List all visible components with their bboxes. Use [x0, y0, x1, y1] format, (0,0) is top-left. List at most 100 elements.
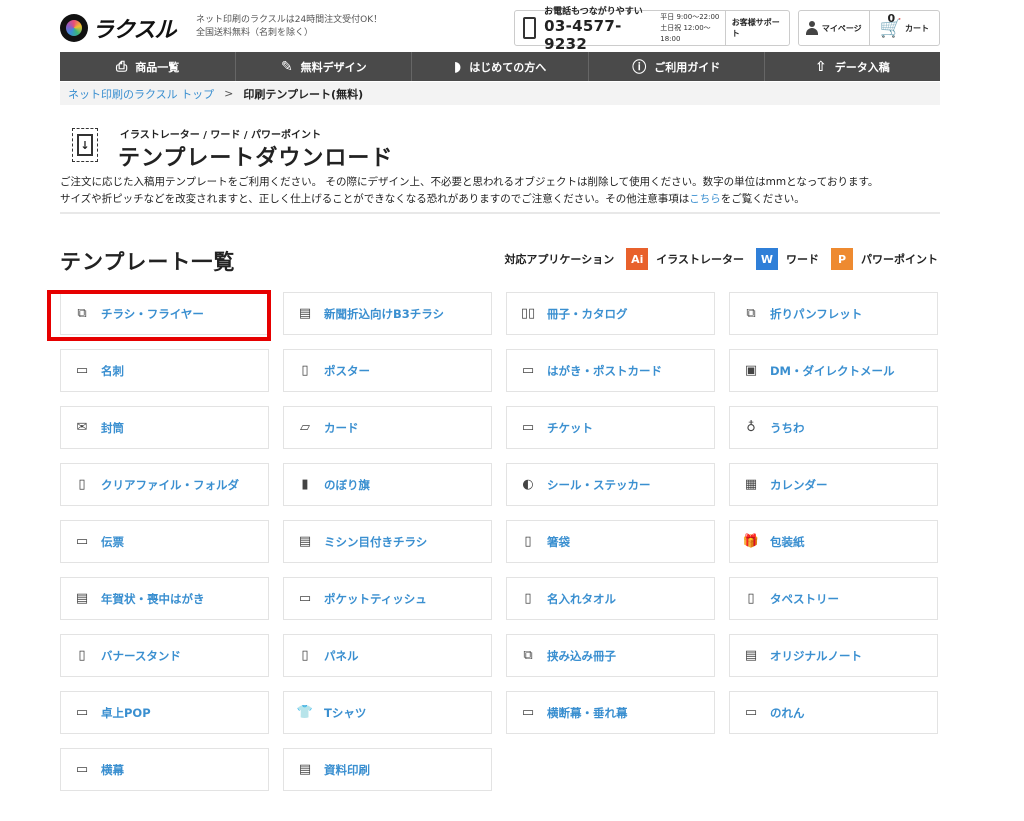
- template-item[interactable]: ▯ クリアファイル・フォルダ: [60, 463, 269, 506]
- template-item[interactable]: ▭ 名刺: [60, 349, 269, 392]
- template-item[interactable]: ◐ シール・ステッカー: [506, 463, 715, 506]
- template-item-label: 資料印刷: [324, 762, 370, 777]
- template-item[interactable]: ▭ 横断幕・垂れ幕: [506, 691, 715, 734]
- customer-support-link[interactable]: お客様サポート: [724, 11, 789, 45]
- template-item-label: 箸袋: [547, 534, 570, 549]
- envelope-icon: ✉: [76, 420, 88, 435]
- template-item[interactable]: ▣ DM・ダイレクトメール: [729, 349, 938, 392]
- header-tagline: ネット印刷のラクスルは24時間注文受付OK！ 全国送料無料（名刺を除く）: [196, 14, 382, 40]
- breadcrumb-home-link[interactable]: ネット印刷のラクスル トップ: [68, 86, 214, 102]
- clear-file-icon: ▯: [78, 477, 86, 492]
- template-item-label: 折りパンフレット: [770, 306, 863, 321]
- page-description: ご注文に応じた入稿用テンプレートをご利用ください。 その際にデザイン上、不必要と…: [60, 174, 940, 208]
- template-item[interactable]: ▤ 新聞折込向けB3チラシ: [283, 292, 492, 335]
- template-item-label: ミシン目付きチラシ: [324, 534, 428, 549]
- template-item-label: 冊子・カタログ: [547, 306, 628, 321]
- template-item-label: チラシ・フライヤー: [101, 306, 204, 321]
- template-item[interactable]: ▭ 横幕: [60, 748, 269, 791]
- pen-icon: ✎: [280, 58, 293, 75]
- template-item[interactable]: ⧉ 折りパンフレット: [729, 292, 938, 335]
- template-item[interactable]: ▭ 伝票: [60, 520, 269, 563]
- breadcrumb-separator: >: [224, 87, 234, 100]
- template-item[interactable]: ✉ 封筒: [60, 406, 269, 449]
- book-icon: ▯▯: [520, 306, 536, 321]
- template-item[interactable]: ⧉ 挟み込み冊子: [506, 634, 715, 677]
- template-item-label: 挟み込み冊子: [547, 648, 616, 663]
- template-item[interactable]: ▭ チケット: [506, 406, 715, 449]
- nav-item-beginners[interactable]: ◗ はじめての方へ: [412, 52, 589, 81]
- phone-icon: [523, 17, 537, 39]
- template-item[interactable]: ▯ 名入れタオル: [506, 577, 715, 620]
- template-item[interactable]: ▭ のれん: [729, 691, 938, 734]
- printer-icon: ⎙: [116, 58, 128, 75]
- help-icon: ⓘ: [632, 59, 647, 76]
- template-item[interactable]: ▤ 年賀状・喪中はがき: [60, 577, 269, 620]
- nav-item-free-design[interactable]: ✎ 無料デザイン: [236, 52, 413, 81]
- logo-mark-icon: [60, 14, 88, 42]
- mypage-button[interactable]: マイページ: [799, 11, 870, 45]
- template-item[interactable]: ▯ タペストリー: [729, 577, 938, 620]
- template-item[interactable]: ▱ カード: [283, 406, 492, 449]
- template-grid: ⧉ チラシ・フライヤー ▤ 新聞折込向けB3チラシ ▯▯ 冊子・カタログ ⧉ 折りパンフレット…: [60, 292, 940, 791]
- new-year-card-icon: ▤: [75, 591, 89, 606]
- supported-apps: 対応アプリケーション Ai イラストレーター W ワード P パワーポイント: [504, 248, 938, 270]
- template-item[interactable]: ▦ カレンダー: [729, 463, 938, 506]
- template-item[interactable]: ▮ のぼり旗: [283, 463, 492, 506]
- phone-hours: 平日 9:00〜22:00 土日祝 12:00〜18:00: [660, 12, 725, 45]
- table-pop-icon: ▭: [75, 705, 89, 720]
- logo-text: ラクスル: [92, 18, 176, 43]
- chopstick-bag-icon: ▯: [524, 534, 532, 549]
- template-item[interactable]: ▭ 卓上POP: [60, 691, 269, 734]
- nav-label: 商品一覧: [135, 60, 180, 74]
- template-item[interactable]: ▤ ミシン目付きチラシ: [283, 520, 492, 563]
- template-item-label: 卓上POP: [101, 705, 151, 720]
- noren-icon: ▭: [744, 705, 758, 720]
- template-item[interactable]: ▭ ポケットティッシュ: [283, 577, 492, 620]
- insert-booklet-icon: ⧉: [523, 648, 533, 663]
- site-header: ラクスル ネット印刷のラクスルは24時間注文受付OK！ 全国送料無料（名刺を除く…: [60, 7, 940, 53]
- mypage-label: マイページ: [821, 23, 862, 33]
- template-item-label: カレンダー: [770, 477, 828, 492]
- page-title: テンプレートダウンロード: [118, 146, 394, 171]
- template-item-label: 包装紙: [770, 534, 805, 549]
- illustrator-badge-icon: Ai: [626, 248, 649, 270]
- template-item-label: 名入れタオル: [547, 591, 616, 606]
- nav-item-products[interactable]: ⎙ 商品一覧: [60, 52, 237, 81]
- site-logo[interactable]: ラクスル: [60, 12, 176, 44]
- nav-item-upload[interactable]: ⇧ データ入稿: [765, 52, 940, 81]
- notebook-icon: ▤: [744, 648, 758, 663]
- template-item-label: うちわ: [770, 420, 805, 435]
- app-name-word: ワード: [786, 253, 819, 266]
- notes-link[interactable]: こちら: [689, 193, 721, 205]
- tapestry-icon: ▯: [747, 591, 755, 606]
- template-item[interactable]: ▯ 箸袋: [506, 520, 715, 563]
- template-item[interactable]: 🎁 包装紙: [729, 520, 938, 563]
- template-item[interactable]: ▯ ポスター: [283, 349, 492, 392]
- beginner-icon: ◗: [453, 58, 462, 75]
- fan-icon: ♁: [746, 420, 756, 435]
- app-name-illustrator: イラストレーター: [656, 253, 744, 266]
- template-item[interactable]: 👕 Tシャツ: [283, 691, 492, 734]
- template-item-label: チケット: [547, 420, 593, 435]
- upload-icon: ⇧: [815, 58, 827, 75]
- nav-item-guide[interactable]: ⓘ ご利用ガイド: [589, 52, 765, 81]
- template-item-label: 新聞折込向けB3チラシ: [324, 306, 445, 321]
- template-item-label: パネル: [324, 648, 359, 663]
- template-item[interactable]: ▤ オリジナルノート: [729, 634, 938, 677]
- template-item[interactable]: ▤ 資料印刷: [283, 748, 492, 791]
- template-item[interactable]: ▯▯ 冊子・カタログ: [506, 292, 715, 335]
- calendar-icon: ▦: [744, 477, 758, 492]
- template-item-label: ポケットティッシュ: [324, 591, 427, 606]
- tagline-line-1: ネット印刷のラクスルは24時間注文受付OK！: [196, 15, 383, 25]
- cart-button[interactable]: 🛒 0 カート: [870, 11, 940, 45]
- tshirt-icon: 👕: [296, 705, 314, 720]
- towel-icon: ▯: [524, 591, 532, 606]
- banner-stand-icon: ▯: [78, 648, 86, 663]
- template-item[interactable]: ▭ はがき・ポストカード: [506, 349, 715, 392]
- template-item[interactable]: ♁ うちわ: [729, 406, 938, 449]
- nav-label: データ入稿: [834, 60, 890, 74]
- template-item[interactable]: ⧉ チラシ・フライヤー: [60, 292, 269, 335]
- template-item[interactable]: ▯ パネル: [283, 634, 492, 677]
- phone-label: お電話もつながりやすい: [544, 6, 643, 17]
- template-item[interactable]: ▯ バナースタンド: [60, 634, 269, 677]
